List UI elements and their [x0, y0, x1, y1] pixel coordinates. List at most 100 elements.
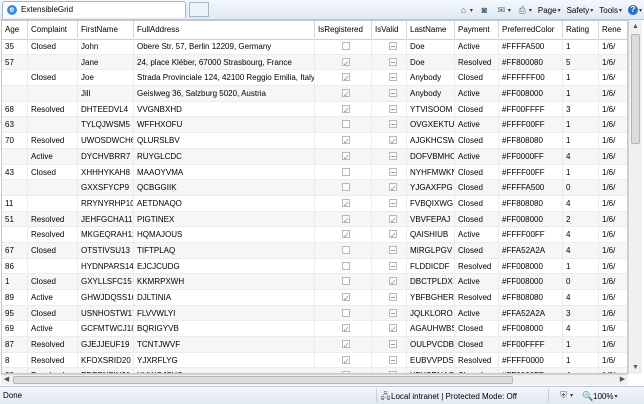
cell-full-address[interactable]: FLVVWLYI — [134, 305, 315, 322]
print-button[interactable]: ⎙ ▾ — [517, 5, 532, 16]
cell-payment[interactable]: Resolved — [455, 290, 499, 306]
is-registered-checkbox[interactable] — [342, 338, 350, 352]
cell-last-name[interactable]: DOFVBMHC — [407, 148, 455, 165]
is-valid-checkbox[interactable] — [389, 198, 397, 207]
cell-full-address[interactable]: KKMRPXWH — [134, 274, 315, 290]
cell-first-name[interactable]: UWOSDWCH6 — [78, 133, 134, 149]
cell-rating[interactable]: 5 — [563, 54, 599, 71]
cell-preferred-color[interactable]: #FF008000 — [499, 258, 563, 275]
cell-is-valid[interactable] — [372, 258, 407, 275]
cell-is-valid[interactable] — [372, 164, 407, 181]
table-row[interactable]: 43 Closed XHHHYKAH8 MAAOYVMA NYHFMWKN Closed #… — [2, 164, 627, 181]
cell-complaint[interactable]: Resolved — [28, 337, 78, 353]
cell-is-valid[interactable] — [372, 101, 407, 118]
cell-preferred-color[interactable]: #FFA52A2A — [499, 242, 563, 259]
cell-is-registered[interactable] — [315, 180, 372, 196]
table-row[interactable]: 63 TYLQJWSM5 WFFHXOFU OVGXEKTU Active #FFFF00… — [2, 117, 627, 134]
column-header-complaint[interactable]: Complaint — [28, 21, 78, 39]
cell-rating[interactable]: 2 — [563, 211, 599, 228]
cell-last-name[interactable]: Doe — [407, 39, 455, 55]
cell-preferred-color[interactable]: #FF808080 — [499, 195, 563, 212]
cell-rene[interactable]: 1/6/ — [599, 149, 627, 165]
cell-complaint[interactable] — [28, 180, 78, 196]
cell-age[interactable]: 63 — [2, 117, 28, 134]
cell-is-registered[interactable] — [315, 258, 372, 275]
cell-rating[interactable]: 4 — [563, 242, 599, 259]
cell-payment[interactable]: Closed — [455, 195, 499, 212]
cell-rene[interactable]: 1/6/ — [599, 353, 627, 369]
cell-is-valid[interactable] — [372, 274, 407, 290]
cell-rating[interactable]: 4 — [563, 148, 599, 165]
is-registered-checkbox[interactable] — [342, 150, 350, 164]
cell-rating[interactable]: 1 — [563, 70, 599, 87]
table-row[interactable]: 51ResolvedJEHFGCHA11PIGTINEX VBVFEPAJClos… — [2, 211, 627, 228]
is-registered-checkbox[interactable] — [342, 120, 350, 129]
cell-rene[interactable]: 1/6/ — [599, 212, 627, 228]
cell-is-registered[interactable] — [315, 164, 372, 181]
horizontal-scroll-thumb[interactable] — [13, 376, 513, 384]
table-row[interactable]: 69ActiveGCFMTWCJ18BQRIGYVB AGAUHWBSClosed… — [2, 321, 627, 338]
cell-rating[interactable]: 1 — [563, 133, 599, 149]
cell-is-registered[interactable] — [315, 321, 372, 338]
cell-full-address[interactable]: DJLTINIA — [134, 290, 315, 306]
is-registered-checkbox[interactable] — [342, 167, 350, 176]
cell-complaint[interactable] — [28, 54, 78, 71]
cell-payment[interactable]: Closed — [455, 211, 499, 228]
cell-rene[interactable]: 1/6/ — [599, 70, 627, 87]
cell-full-address[interactable]: WFFHXOFU — [134, 117, 315, 134]
cell-last-name[interactable]: JQLKLORO — [407, 305, 455, 322]
cell-age[interactable]: 1 — [2, 274, 28, 290]
is-valid-checkbox[interactable] — [389, 167, 397, 176]
is-valid-checkbox[interactable] — [389, 151, 397, 160]
is-registered-checkbox[interactable] — [342, 56, 350, 69]
cell-payment[interactable]: Resolved — [455, 258, 499, 275]
cell-is-registered[interactable] — [315, 352, 372, 369]
cell-full-address[interactable]: TCNTJWVF — [134, 337, 315, 353]
table-row[interactable]: 8ResolvedKFOXSRID20YJXRFLYGEUBVVPDSResol… — [2, 352, 627, 369]
cell-first-name[interactable]: John — [78, 39, 134, 55]
vertical-scrollbar[interactable]: ▲ ▼ — [628, 20, 642, 374]
cell-rene[interactable]: 1/6/ — [599, 165, 627, 181]
is-valid-checkbox[interactable] — [389, 104, 397, 113]
cell-rene[interactable]: 1/6/ — [599, 321, 627, 338]
table-row[interactable]: 70ResolvedUWOSDWCH6QLURSLBV AJGKHCSWClose… — [2, 133, 627, 149]
column-header-preferredcolor[interactable]: PreferredColor — [499, 21, 563, 39]
cell-is-valid[interactable] — [372, 86, 407, 102]
is-valid-checkbox[interactable] — [389, 42, 397, 50]
home-button[interactable]: ⌂ ▾ — [458, 5, 473, 16]
cell-is-valid[interactable] — [372, 133, 407, 149]
cell-rene[interactable]: 1/6/ — [599, 86, 627, 102]
cell-first-name[interactable]: KFOXSRID20 — [78, 352, 134, 369]
is-valid-checkbox[interactable] — [389, 73, 397, 82]
is-registered-checkbox[interactable] — [342, 71, 350, 85]
cell-last-name[interactable]: MIRGLPGV — [407, 242, 455, 259]
cell-preferred-color[interactable]: #FF808080 — [499, 133, 563, 149]
cell-payment[interactable]: Resolved — [455, 352, 499, 369]
cell-rating[interactable]: 1 — [563, 352, 599, 369]
cell-last-name[interactable]: Anybody — [407, 70, 455, 87]
zoom-control[interactable]: 🔍 100% ▾ — [582, 391, 617, 402]
cell-payment[interactable]: Active — [455, 274, 499, 290]
cell-complaint[interactable]: Resolved — [28, 211, 78, 228]
horizontal-scrollbar[interactable]: ◀ ▶ — [1, 374, 628, 385]
column-header-payment[interactable]: Payment — [455, 21, 499, 39]
cell-is-registered[interactable] — [315, 211, 372, 228]
is-registered-checkbox[interactable] — [342, 134, 350, 148]
cell-rene[interactable]: 1/6/ — [599, 39, 627, 55]
cell-last-name[interactable]: EUBVVPDS — [407, 352, 455, 369]
cell-last-name[interactable]: NYHFMWKN — [407, 164, 455, 181]
column-header-lastname[interactable]: LastName — [407, 21, 455, 39]
column-header-fulladdress[interactable]: FullAddress — [134, 21, 315, 39]
cell-last-name[interactable]: DBCTPLDX — [407, 274, 455, 290]
cell-age[interactable] — [2, 227, 28, 243]
cell-payment[interactable]: Closed — [455, 180, 499, 196]
cell-age[interactable]: 86 — [2, 258, 28, 275]
cell-age[interactable]: 95 — [2, 305, 28, 322]
cell-is-valid[interactable] — [372, 352, 407, 369]
scroll-down-icon[interactable]: ▼ — [629, 361, 642, 374]
cell-last-name[interactable]: YTVISOOM — [407, 101, 455, 118]
cell-is-valid[interactable] — [372, 180, 407, 196]
column-header-age[interactable]: Age — [2, 21, 28, 39]
cell-first-name[interactable]: RRYNYRHP10 — [78, 195, 134, 212]
cell-is-valid[interactable] — [372, 290, 407, 306]
